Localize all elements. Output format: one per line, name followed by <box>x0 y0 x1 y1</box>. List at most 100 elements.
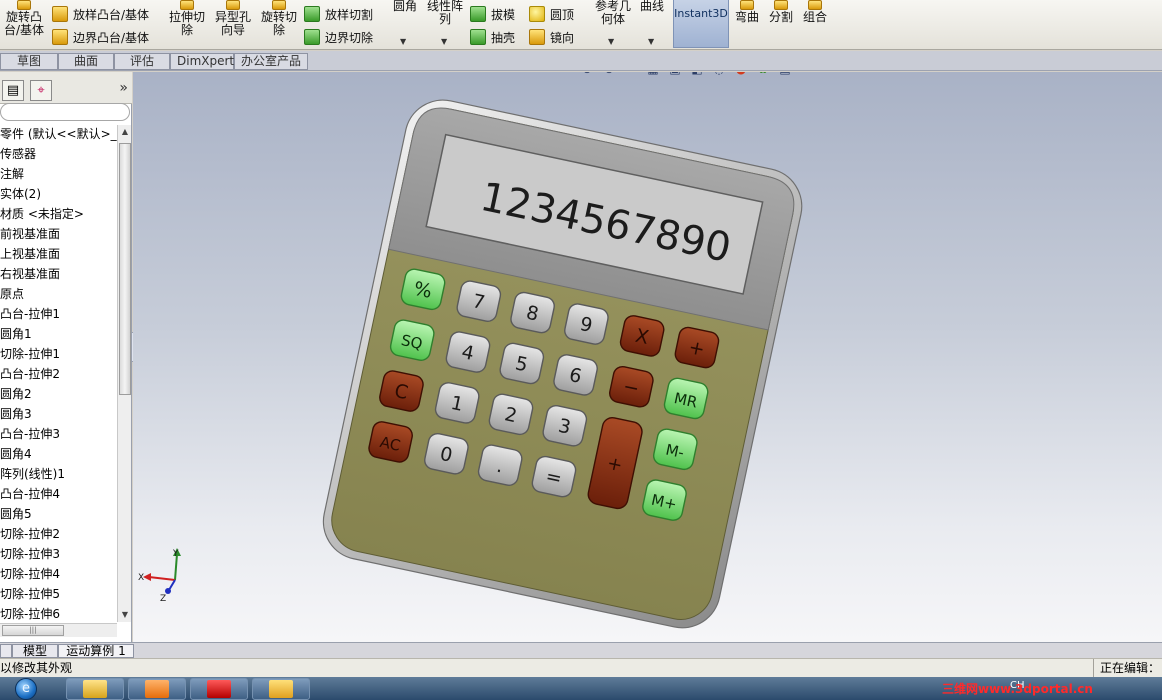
feature-tree-item[interactable]: 圆角1 <box>0 324 117 344</box>
taskbar-explorer[interactable] <box>66 678 124 700</box>
feature-tree-item[interactable]: 凸台-拉伸1 <box>0 304 117 324</box>
status-editing-label: 正在编辑： <box>1100 661 1161 675</box>
feature-tree-item[interactable]: 圆角5 <box>0 504 117 524</box>
feature-tree-item[interactable]: 切除-拉伸2 <box>0 524 117 544</box>
hole-wizard-button[interactable]: 异型孔 向导 <box>210 0 256 46</box>
feature-tree-item[interactable]: 材质 <未指定> <box>0 204 117 224</box>
media-player-icon <box>145 680 169 698</box>
instant3d-button[interactable]: Instant3D <box>673 0 729 48</box>
windows-taskbar: e CH 三维网www.3dportal.cn <box>0 677 1162 700</box>
command-manager-tabs: 草图 曲面 评估 DimXpert 办公室产品 <box>0 51 1162 71</box>
split-button[interactable]: 分割 <box>766 0 796 46</box>
tree-vertical-scrollbar[interactable]: ▲ ▼ <box>117 125 131 622</box>
taskbar-media-player[interactable] <box>128 678 186 700</box>
tree-horizontal-scrollbar[interactable]: ||| <box>0 623 117 637</box>
triad-x-axis <box>148 576 176 581</box>
draft-label: 拔模 <box>491 7 516 22</box>
folder-icon <box>83 680 107 698</box>
extrude-cut-icon <box>180 0 194 10</box>
status-message: 以修改其外观 <box>0 661 73 675</box>
feature-tree-item[interactable]: 圆角3 <box>0 404 117 424</box>
feature-tree-item[interactable]: 凸台-拉伸2 <box>0 364 117 384</box>
dome-icon <box>529 6 545 22</box>
feature-tree-item[interactable]: 原点 <box>0 284 117 304</box>
tab-sketch[interactable]: 草图 <box>0 53 58 70</box>
feature-tree-item[interactable]: 圆角2 <box>0 384 117 404</box>
tab-motion-study-1[interactable]: 运动算例 1 <box>58 644 134 658</box>
revolve-cut-button[interactable]: 旋转切 除 <box>256 0 302 46</box>
boundary-boss-button[interactable]: 边界凸台/基体 <box>52 27 149 47</box>
dome-button[interactable]: 圆顶 <box>529 4 574 24</box>
revolve-cut-icon <box>272 0 286 10</box>
flex-button[interactable]: 弯曲 <box>732 0 762 46</box>
feature-tree-item[interactable]: 前视基准面 <box>0 224 117 244</box>
boundary-cut-label: 边界切除 <box>325 30 374 45</box>
feature-tree-item[interactable]: 圆角4 <box>0 444 117 464</box>
tab-office-products[interactable]: 办公室产品 <box>234 53 308 70</box>
tab-evaluate[interactable]: 评估 <box>114 53 170 70</box>
feature-tree-item[interactable]: 切除-拉伸5 <box>0 584 117 604</box>
feature-tree-item[interactable]: 右视基准面 <box>0 264 117 284</box>
triad-y-label: Y <box>172 549 179 559</box>
feature-tree-item[interactable]: 零件 (默认<<默认>_显示 <box>0 124 117 144</box>
tab-model[interactable]: 模型 <box>12 644 58 658</box>
loft-cut-label: 放样切割 <box>325 7 374 22</box>
property-manager-icon: ▤ <box>6 83 20 98</box>
fillet-label: 圆角 <box>392 0 417 13</box>
curves-dropdown-icon[interactable]: ▼ <box>648 37 654 46</box>
status-bar: 以修改其外观 正在编辑： <box>0 658 1162 677</box>
boundary-cut-button[interactable]: 边界切除 <box>304 27 373 47</box>
dimxpert-manager-tab[interactable]: ⌖ <box>30 80 52 101</box>
linear-pattern-dropdown-icon[interactable]: ▼ <box>441 37 447 46</box>
windows-start-icon: e <box>15 677 37 700</box>
hole-wizard-icon <box>226 0 240 10</box>
revolve-boss-button[interactable]: 旋转凸 台/基体 <box>2 0 46 46</box>
feature-tree-item[interactable]: 凸台-拉伸4 <box>0 484 117 504</box>
feature-tree-item[interactable]: 凸台-拉伸3 <box>0 424 117 444</box>
split-icon <box>774 0 788 10</box>
feature-tree-item[interactable]: 传感器 <box>0 144 117 164</box>
draft-button[interactable]: 拔模 <box>470 4 515 24</box>
triad-z-axis <box>168 579 176 591</box>
mirror-button[interactable]: 镜向 <box>529 27 574 47</box>
shell-label: 抽壳 <box>491 30 516 45</box>
chevron-right-icon[interactable]: » <box>119 80 128 96</box>
scroll-up-icon[interactable]: ▲ <box>119 125 131 139</box>
draft-icon <box>470 6 486 22</box>
reference-geometry-dropdown-icon[interactable]: ▼ <box>608 37 614 46</box>
combine-icon <box>808 0 822 10</box>
graphics-area[interactable]: ⊕ ⊙ ↶ ▦ ▣ ◧ ◌ ● ✿ ▤ <box>133 72 1162 642</box>
feature-tree-item[interactable]: 切除-拉伸6 <box>0 604 117 624</box>
feature-tree-item[interactable]: 切除-拉伸1 <box>0 344 117 364</box>
tab-dimxpert[interactable]: DimXpert <box>170 53 234 70</box>
scroll-down-icon[interactable]: ▼ <box>119 608 131 622</box>
extrude-cut-button[interactable]: 拉伸切 除 <box>165 0 209 46</box>
feature-tree-item[interactable]: 切除-拉伸4 <box>0 564 117 584</box>
triad-z-label: Z <box>160 594 166 604</box>
property-manager-tab[interactable]: ▤ <box>2 80 24 101</box>
status-editing: 正在编辑： <box>1093 659 1162 677</box>
bottom-tabs-bar: 模型 运动算例 1 <box>0 642 1162 658</box>
feature-filter-input[interactable] <box>0 103 130 121</box>
taskbar-paint[interactable] <box>252 678 310 700</box>
start-button[interactable]: e <box>4 677 48 700</box>
taskbar-solidworks[interactable] <box>190 678 248 700</box>
feature-tree-item[interactable]: 阵列(线性)1 <box>0 464 117 484</box>
horizontal-scrollbar-thumb[interactable]: ||| <box>2 625 64 636</box>
combine-button[interactable]: 组合 <box>800 0 830 46</box>
feature-tree-item[interactable]: 注解 <box>0 164 117 184</box>
tab-surfaces[interactable]: 曲面 <box>58 53 114 70</box>
fillet-dropdown-icon[interactable]: ▼ <box>400 37 406 46</box>
revolve-cut-label: 旋转切 除 <box>260 10 297 37</box>
feature-tree-item[interactable]: 切除-拉伸3 <box>0 544 117 564</box>
loft-boss-button[interactable]: 放样凸台/基体 <box>52 4 149 24</box>
extrude-cut-label: 拉伸切 除 <box>168 10 205 37</box>
feature-tree-item[interactable]: 实体(2) <box>0 184 117 204</box>
feature-manager-panel: ▤ ⌖ » 零件 (默认<<默认>_显示传感器注解实体(2)材质 <未指定>前视… <box>0 72 132 642</box>
feature-tree-item[interactable]: 上视基准面 <box>0 244 117 264</box>
boundary-cut-icon <box>304 29 320 45</box>
loft-cut-button[interactable]: 放样切割 <box>304 4 373 24</box>
scrollbar-thumb[interactable] <box>119 143 131 395</box>
tab-scroll-left[interactable] <box>0 644 12 658</box>
shell-button[interactable]: 抽壳 <box>470 27 515 47</box>
